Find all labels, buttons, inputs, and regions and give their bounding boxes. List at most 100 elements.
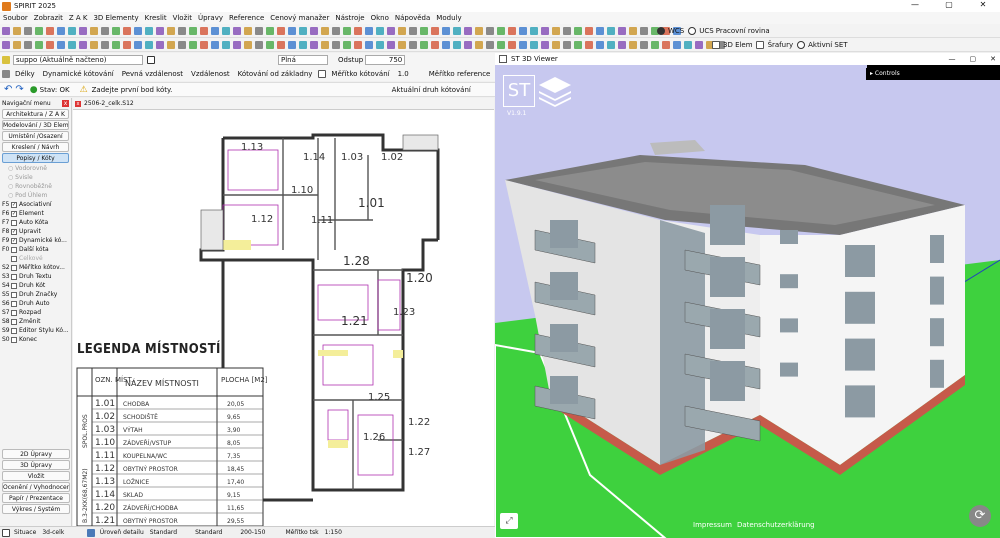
menu-item[interactable]: Moduly	[433, 14, 464, 22]
tool-icon[interactable]	[34, 26, 43, 35]
tool-icon[interactable]	[1, 40, 10, 49]
menu-item[interactable]: Z A K	[66, 14, 91, 22]
status-scale-value[interactable]: 1:150	[322, 529, 345, 536]
checkbox-icon[interactable]	[756, 40, 765, 49]
tool-icon[interactable]	[45, 40, 54, 49]
line-type-select[interactable]: Plná	[278, 55, 328, 65]
elem3d-label[interactable]: 3D Elem	[723, 41, 753, 49]
tool-icon[interactable]	[496, 40, 505, 49]
undo-icon[interactable]: ↶	[4, 84, 12, 95]
tool-icon[interactable]	[210, 40, 219, 49]
tool-icon[interactable]	[463, 26, 472, 35]
tool-icon[interactable]	[243, 26, 252, 35]
checkbox-icon[interactable]	[11, 282, 17, 289]
tool-icon[interactable]	[573, 26, 582, 35]
radio-icon[interactable]	[796, 40, 805, 49]
tool-icon[interactable]	[408, 26, 417, 35]
tool-icon[interactable]	[12, 40, 21, 49]
tool-icon[interactable]	[166, 40, 175, 49]
tool-icon[interactable]	[56, 40, 65, 49]
tool-icon[interactable]	[529, 40, 538, 49]
dim-option[interactable]: Délky	[15, 70, 35, 78]
offset-input[interactable]: 750	[365, 55, 406, 65]
nav-command[interactable]: F6 ✓ Element	[0, 209, 71, 218]
tool-icon[interactable]	[507, 26, 516, 35]
nav-command[interactable]: F0 Další kóta	[0, 245, 71, 254]
menu-item[interactable]: Cenový manažer	[267, 14, 332, 22]
tool-icon[interactable]	[342, 40, 351, 49]
refresh-icon[interactable]: ⟳	[969, 505, 991, 527]
tool-icon[interactable]	[155, 26, 164, 35]
nav-command[interactable]: S2 Měřítko kótov...	[0, 263, 71, 272]
tool-icon[interactable]	[23, 40, 32, 49]
close-button[interactable]: ✕	[966, 0, 1000, 9]
tool-icon[interactable]	[518, 40, 527, 49]
checkbox-icon[interactable]	[11, 327, 17, 334]
nav-command[interactable]: Celkové	[0, 254, 71, 263]
tool-icon[interactable]	[177, 40, 186, 49]
tool-icon[interactable]	[672, 40, 681, 49]
privacy-link[interactable]: Datenschutzerklärung	[737, 521, 815, 529]
wcs-label[interactable]: WCS	[668, 27, 684, 35]
tool-icon[interactable]	[364, 40, 373, 49]
layer-icon[interactable]	[1, 56, 10, 64]
tool-icon[interactable]	[628, 26, 637, 35]
nav-button[interactable]: Kreslení / Návrh	[2, 142, 69, 152]
tool-icon[interactable]	[1, 26, 10, 35]
layer-select[interactable]: suppo (Aktuálně načteno)	[13, 55, 143, 65]
tool-icon[interactable]	[430, 40, 439, 49]
tool-icon[interactable]	[397, 40, 406, 49]
nav-radio[interactable]: ○ Rovnoběžně	[0, 182, 71, 191]
floor-plan[interactable]: 1.13 1.14 1.03 1.02 1.10 1.11 1.12 1.01 1.28 1.20…	[73, 110, 494, 526]
tool-icon[interactable]	[551, 40, 560, 49]
fullscreen-icon[interactable]: ⤢	[500, 513, 518, 529]
tool-icon[interactable]	[540, 40, 549, 49]
dim-option[interactable]: Vzdálenost	[191, 70, 230, 78]
tool-icon[interactable]	[100, 40, 109, 49]
status-situation[interactable]: Situace	[11, 529, 39, 536]
tool-icon[interactable]	[639, 40, 648, 49]
dim-option[interactable]: Dynamické kótování	[43, 70, 114, 78]
tool-icon[interactable]	[320, 40, 329, 49]
tool-icon[interactable]	[276, 26, 285, 35]
tool-icon[interactable]	[331, 26, 340, 35]
tool-icon[interactable]	[694, 40, 703, 49]
tool-icon[interactable]	[452, 26, 461, 35]
scale-checkbox[interactable]	[317, 70, 326, 78]
nav-command[interactable]: F5 ✓ Asociativní	[0, 200, 71, 209]
room-number[interactable]: 1.14	[303, 152, 325, 163]
menu-item[interactable]: Reference	[226, 14, 267, 22]
checkbox-icon[interactable]: ✓	[11, 228, 17, 235]
tool-icon[interactable]	[166, 26, 175, 35]
checkbox-icon[interactable]: ✓	[11, 210, 17, 217]
tool-icon[interactable]	[474, 26, 483, 35]
checkbox-icon[interactable]	[11, 219, 17, 226]
nav-command[interactable]: F8 ✓ Upravit	[0, 227, 71, 236]
menu-item[interactable]: Nástroje	[332, 14, 367, 22]
nav-command[interactable]: S4 Druh Kót	[0, 281, 71, 290]
tool-icon[interactable]	[265, 40, 274, 49]
nav-command[interactable]: F7 Auto Kóta	[0, 218, 71, 227]
nav-button[interactable]: Umístění /Osazení	[2, 131, 69, 141]
checkbox-icon[interactable]	[11, 309, 17, 316]
tool-icon[interactable]	[89, 40, 98, 49]
tool-icon[interactable]	[78, 40, 87, 49]
tool-icon[interactable]	[276, 40, 285, 49]
drawing-area[interactable]: x 2506-2_celk.S12 1.13 1.14 1.03 1.02 1.…	[73, 98, 494, 526]
tool-icon[interactable]	[133, 40, 142, 49]
nav-section-button[interactable]: 3D Úpravy	[2, 460, 70, 470]
tool-icon[interactable]	[606, 26, 615, 35]
menu-item[interactable]: Vložit	[170, 14, 195, 22]
tool-icon[interactable]	[254, 26, 263, 35]
room-number[interactable]: 1.02	[381, 152, 403, 163]
checkbox-icon[interactable]	[11, 264, 17, 271]
tool-icon[interactable]	[122, 40, 131, 49]
ucs-radio-icon[interactable]	[687, 26, 696, 35]
tool-icon[interactable]	[23, 26, 32, 35]
menu-item[interactable]: Soubor	[0, 14, 31, 22]
nav-command[interactable]: S5 Druh Značky	[0, 290, 71, 299]
tool-icon[interactable]	[45, 26, 54, 35]
tool-icon[interactable]	[342, 26, 351, 35]
redo-icon[interactable]: ↷	[15, 84, 23, 95]
tool-icon[interactable]	[199, 26, 208, 35]
